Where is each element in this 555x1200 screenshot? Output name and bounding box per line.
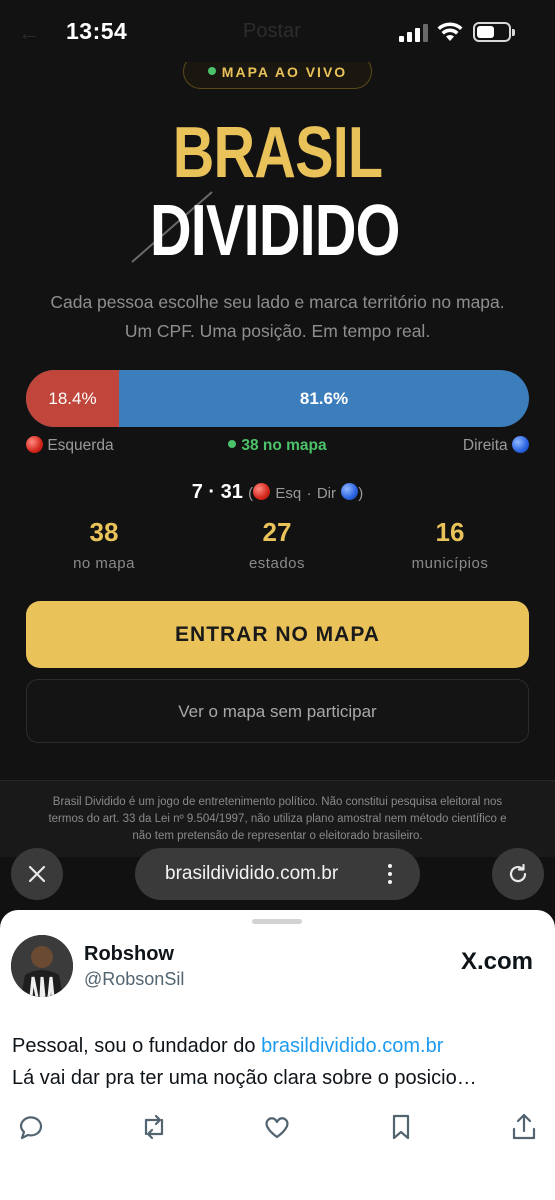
logo-dividido: DIVIDIDO [150, 191, 400, 271]
reload-icon [509, 863, 527, 883]
blue-circle-icon [341, 482, 359, 500]
avatar-photo [11, 935, 73, 997]
right-share-label: 81.6% [299, 389, 349, 408]
stat-states: 27 estados [248, 517, 306, 572]
author-handle: @RobsonSil [84, 969, 185, 989]
live-dot-icon [207, 66, 216, 75]
stat-municipalities: 16 municípios [411, 517, 489, 572]
underlying-page-title: Postar [243, 20, 301, 42]
legend-count: 38 no mapa [26, 437, 529, 455]
bar-legend: Esquerda 38 no mapa Direita [26, 435, 529, 459]
share-icon[interactable] [509, 1112, 539, 1142]
view-map-without-joining-button[interactable]: Ver o mapa sem participar [26, 679, 529, 743]
more-options-icon[interactable] [388, 864, 392, 884]
sheet-grabber[interactable] [252, 919, 302, 924]
red-circle-icon [253, 482, 271, 500]
wifi-icon [437, 22, 463, 41]
blue-circle-icon [512, 435, 529, 453]
battery-icon [473, 22, 515, 42]
back-arrow-icon: ← [18, 20, 40, 45]
close-icon [28, 865, 46, 883]
url-text: brasildividido.com.br [165, 863, 339, 884]
cellular-signal-icon [399, 24, 429, 42]
split-bar: 18.4% 81.6% [26, 370, 529, 427]
logo-brasil: BRASIL [172, 113, 383, 193]
status-bar: ← Postar 13:54 [0, 0, 555, 62]
left-share-label: 18.4% [48, 389, 97, 408]
repost-icon[interactable] [139, 1112, 169, 1142]
tweet-link[interactable]: brasildividido.com.br [261, 1035, 443, 1057]
bookmark-icon[interactable] [386, 1112, 416, 1142]
tweet-share-card: Robshow @RobsonSil X.com Pessoal, sou o … [0, 910, 555, 1200]
reply-icon[interactable] [17, 1112, 47, 1142]
author-name: Robshow [84, 943, 174, 965]
stat-on-map: 38 no mapa [73, 517, 135, 572]
tweet-text: Pessoal, sou o fundador do brasildividid… [12, 1035, 477, 1089]
tweet-actions [0, 1112, 555, 1142]
ratio-line: 7 · 31 ( Esq · Dir ) [191, 481, 364, 503]
avatar[interactable] [11, 935, 73, 997]
tagline: Cada pessoa escolhe seu lado e marca ter… [50, 292, 505, 341]
browser-toolbar: brasildividido.com.br [0, 848, 555, 900]
web-page: MAPA AO VIVO BRASIL DIVIDIDO Cada pessoa… [0, 54, 555, 780]
close-browser-button[interactable] [11, 848, 63, 900]
enter-map-button[interactable]: ENTRAR NO MAPA [26, 601, 529, 668]
clock: 13:54 [66, 18, 128, 44]
green-dot-icon [228, 440, 237, 449]
like-heart-icon[interactable] [262, 1112, 292, 1142]
reload-button[interactable] [492, 848, 544, 900]
legend-right: Direita [463, 435, 529, 455]
x-logo: X.com [460, 948, 533, 975]
stats-row: 38 no mapa 27 estados 16 municípios [0, 517, 555, 577]
url-bar[interactable]: brasildividido.com.br [135, 848, 420, 900]
legal-disclaimer: Brasil Dividido é um jogo de entretenime… [0, 780, 555, 857]
